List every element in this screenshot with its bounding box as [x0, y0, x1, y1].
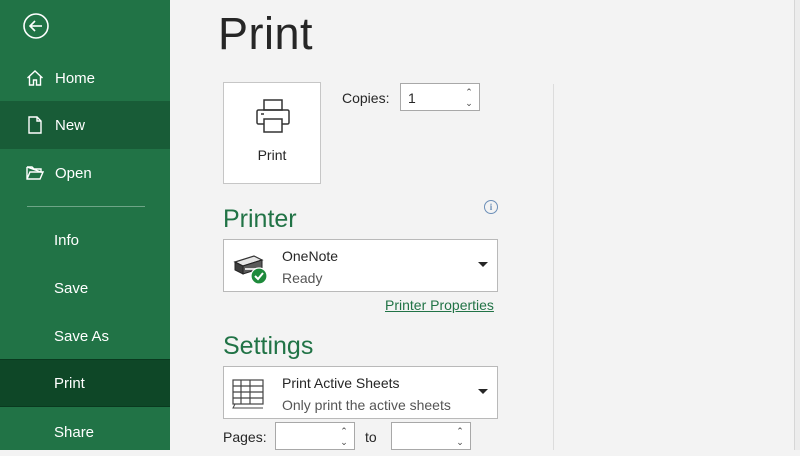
back-arrow-icon[interactable]	[22, 12, 50, 40]
pages-to-stepper[interactable]: ⌃ ⌄	[391, 422, 471, 450]
printer-properties-link[interactable]: Printer Properties	[385, 297, 494, 313]
nav-label-open: Open	[55, 164, 92, 182]
printer-icon	[256, 99, 290, 133]
nav-label-info: Info	[54, 231, 80, 249]
copies-value: 1	[408, 90, 416, 106]
window-edge	[794, 0, 800, 450]
print-scope-description: Only print the active sheets	[282, 397, 451, 413]
sheet-grid-icon	[232, 379, 264, 409]
nav-item-save[interactable]: Save	[0, 264, 170, 312]
pages-from-stepper[interactable]: ⌃ ⌄	[275, 422, 355, 450]
print-button[interactable]: Print	[223, 82, 321, 184]
printer-dropdown[interactable]: OneNote Ready	[223, 239, 498, 292]
nav-label-home: Home	[55, 69, 96, 87]
print-scope-value: Print Active Sheets	[282, 375, 400, 391]
print-button-label: Print	[257, 147, 287, 163]
printer-ready-icon	[233, 255, 268, 285]
chevron-down-icon[interactable]: ⌄	[463, 97, 475, 109]
nav-divider	[27, 206, 145, 207]
nav-item-home[interactable]: Home	[0, 54, 170, 102]
pages-to-label: to	[365, 429, 377, 445]
nav-label-share: Share	[54, 423, 95, 441]
copies-label: Copies:	[342, 90, 390, 106]
nav-item-info[interactable]: Info	[0, 216, 170, 264]
nav-label-print: Print	[54, 374, 85, 392]
copies-stepper[interactable]: 1 ⌃ ⌄	[400, 83, 480, 111]
printer-heading: Printer	[223, 205, 297, 233]
settings-heading: Settings	[223, 332, 314, 360]
open-folder-icon	[26, 166, 44, 180]
nav-label-save: Save	[54, 279, 89, 297]
nav-label-save-as: Save As	[54, 327, 110, 345]
nav-item-print[interactable]: Print	[0, 359, 170, 407]
pages-label: Pages:	[223, 429, 267, 445]
nav-item-new[interactable]: New	[0, 101, 170, 149]
print-scope-dropdown[interactable]: Print Active Sheets Only print the activ…	[223, 366, 498, 419]
info-icon[interactable]: i	[484, 200, 498, 214]
dropdown-caret-icon	[478, 389, 488, 394]
nav-item-open[interactable]: Open	[0, 149, 170, 197]
chevron-down-icon[interactable]: ⌄	[338, 436, 350, 448]
nav-label-new: New	[55, 116, 86, 134]
dropdown-caret-icon	[478, 262, 488, 267]
new-document-icon	[28, 116, 42, 134]
nav-item-save-as[interactable]: Save As	[0, 312, 170, 360]
backstage-sidebar: Home New Open Info Save Save As Print Sh…	[0, 0, 170, 450]
nav-item-share[interactable]: Share	[0, 408, 170, 456]
page-title: Print	[218, 8, 314, 59]
chevron-down-icon[interactable]: ⌄	[454, 436, 466, 448]
printer-name: OneNote	[282, 248, 339, 264]
printer-status: Ready	[282, 270, 323, 286]
home-icon	[27, 70, 43, 86]
print-preview-area	[554, 0, 794, 450]
